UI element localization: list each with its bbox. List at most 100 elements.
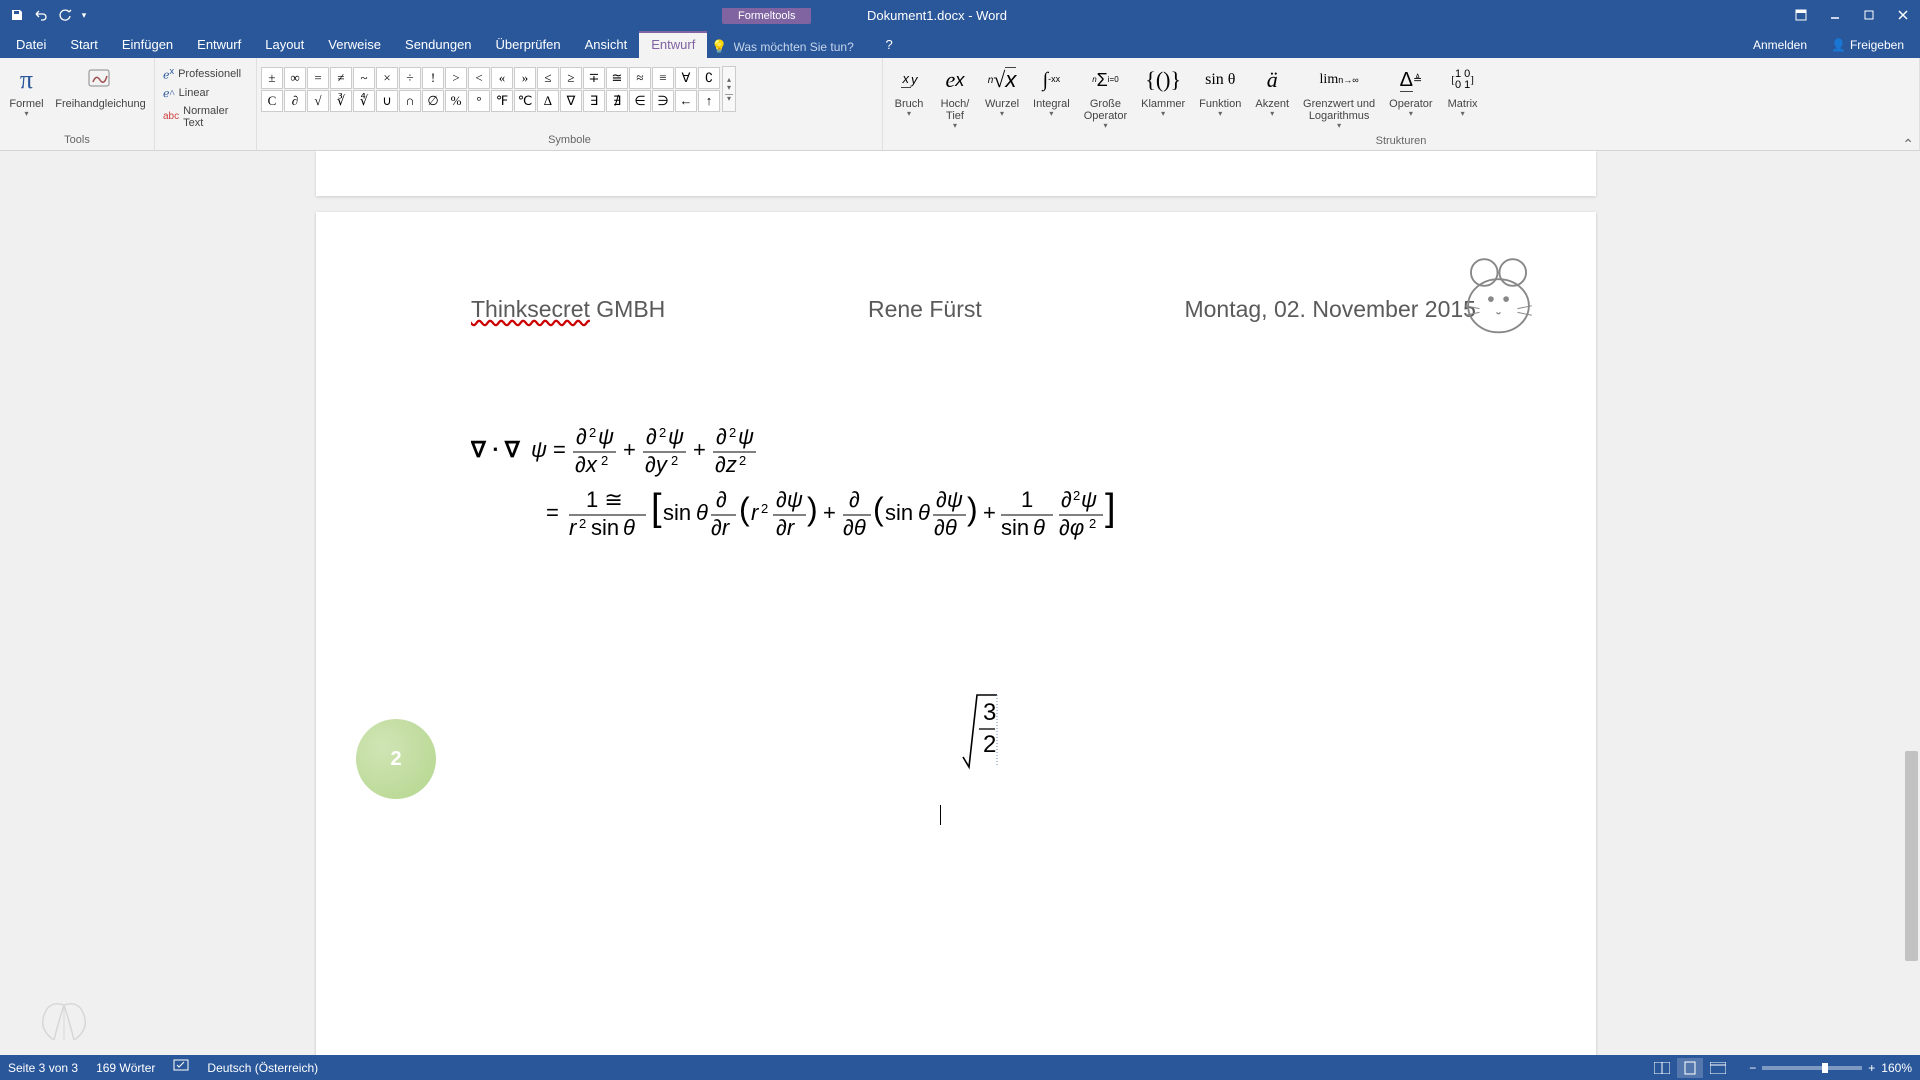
share-button[interactable]: 👤Freigeben <box>1819 32 1916 58</box>
symbol-cell[interactable]: C <box>261 90 283 112</box>
vertical-scrollbar[interactable] <box>1903 151 1920 1055</box>
symbol-cell[interactable]: ∆ <box>537 90 559 112</box>
symbol-cell[interactable]: ↑ <box>698 90 720 112</box>
sqrt-numerator: 3 <box>983 699 996 726</box>
symbol-cell[interactable]: ∅ <box>422 90 444 112</box>
symbol-cell[interactable]: ≅ <box>606 67 628 89</box>
close-button[interactable] <box>1886 0 1920 30</box>
symbol-cell[interactable]: √ <box>307 90 329 112</box>
tab-view[interactable]: Ansicht <box>573 31 640 58</box>
minimize-button[interactable] <box>1818 0 1852 30</box>
symbol-cell[interactable]: ! <box>422 67 444 89</box>
formula-button[interactable]: π Formel ▾ <box>4 60 49 121</box>
symbol-cell[interactable]: ∛ <box>330 90 352 112</box>
radical-button[interactable]: n√xWurzel▾ <box>979 60 1025 121</box>
symbol-cell[interactable]: < <box>468 67 490 89</box>
normal-text-button[interactable]: abcNormaler Text <box>159 103 252 131</box>
tab-design[interactable]: Entwurf <box>185 31 253 58</box>
scrollbar-thumb[interactable] <box>1905 751 1918 961</box>
tab-review[interactable]: Überprüfen <box>484 31 573 58</box>
fraction-button[interactable]: xyBruch▾ <box>887 60 931 121</box>
zoom-out-button[interactable]: − <box>1749 1061 1756 1075</box>
laplacian-formula[interactable]: ∇ ⋅ ∇ψ = ∂2ψ ∂x2 + ∂2ψ ∂y2 + ∂2ψ ∂z2 = 1… <box>471 422 1121 559</box>
operator-button[interactable]: Δ≜Operator▾ <box>1383 60 1438 121</box>
print-layout-button[interactable] <box>1677 1058 1703 1078</box>
symbol-cell[interactable]: ∇ <box>560 90 582 112</box>
word-count[interactable]: 169 Wörter <box>96 1061 155 1075</box>
symbol-cell[interactable]: ≠ <box>330 67 352 89</box>
svg-text:[: [ <box>651 487 662 529</box>
symbol-cell[interactable]: ℃ <box>514 90 536 112</box>
large-operator-button[interactable]: nΣi=0Große Operator▾ <box>1078 60 1133 133</box>
symbol-cell[interactable]: » <box>514 67 536 89</box>
integral-button[interactable]: ∫-xxIntegral▾ <box>1027 60 1076 121</box>
ink-equation-button[interactable]: Freihandgleichung <box>51 60 150 112</box>
tab-references[interactable]: Verweise <box>316 31 393 58</box>
symbol-cell[interactable]: = <box>307 67 329 89</box>
symbol-cell[interactable]: ∂ <box>284 90 306 112</box>
tab-help[interactable]: ? <box>878 31 901 58</box>
symbol-cell[interactable]: ∋ <box>652 90 674 112</box>
symbol-cell[interactable]: ≈ <box>629 67 651 89</box>
symbol-cell[interactable]: ∃ <box>583 90 605 112</box>
function-button[interactable]: sin θFunktion▾ <box>1193 60 1247 121</box>
page-indicator[interactable]: Seite 3 von 3 <box>8 1061 78 1075</box>
spellcheck-button[interactable] <box>173 1059 189 1076</box>
tab-equation-design[interactable]: EEntwurf <box>639 31 707 58</box>
symbol-cell[interactable]: ° <box>468 90 490 112</box>
symbol-cell[interactable]: ~ <box>353 67 375 89</box>
tab-mailings[interactable]: Sendungen <box>393 31 484 58</box>
symbol-cell[interactable]: ∓ <box>583 67 605 89</box>
professional-button[interactable]: ℯxProfessionell <box>159 64 252 84</box>
symbol-cell[interactable]: ≥ <box>560 67 582 89</box>
symbol-cell[interactable]: ← <box>675 90 697 112</box>
signin-link[interactable]: Anmelden <box>1741 32 1819 58</box>
symbol-cell[interactable]: ∞ <box>284 67 306 89</box>
accent-button[interactable]: äAkzent▾ <box>1249 60 1295 121</box>
page[interactable]: Thinksecret GMBH Rene Fürst Montag, 02. … <box>316 212 1596 1055</box>
symbol-cell[interactable]: ± <box>261 67 283 89</box>
qat-customize-button[interactable]: ▾ <box>78 4 90 26</box>
symbol-cell[interactable]: ∜ <box>353 90 375 112</box>
read-mode-button[interactable] <box>1649 1058 1675 1078</box>
bracket-button[interactable]: {()}Klammer▾ <box>1135 60 1191 121</box>
tab-file[interactable]: Datei <box>4 31 58 58</box>
tell-me-search[interactable]: 💡 <box>711 36 877 58</box>
symbol-gallery-more-button[interactable]: ▴▾▾ <box>722 66 736 112</box>
undo-button[interactable] <box>30 4 52 26</box>
tab-start[interactable]: Start <box>58 31 109 58</box>
limit-button[interactable]: limn→∞Grenzwert und Logarithmus▾ <box>1297 60 1381 133</box>
zoom-slider[interactable] <box>1762 1066 1862 1070</box>
symbol-cell[interactable]: ∀ <box>675 67 697 89</box>
linear-button[interactable]: ℯ^Linear <box>159 85 252 102</box>
web-layout-button[interactable] <box>1705 1058 1731 1078</box>
symbol-cell[interactable]: > <box>445 67 467 89</box>
matrix-button[interactable]: [1 00 1]Matrix▾ <box>1441 60 1485 121</box>
zoom-level[interactable]: 160% <box>1881 1061 1912 1075</box>
symbol-cell[interactable]: « <box>491 67 513 89</box>
tab-insert[interactable]: Einfügen <box>110 31 185 58</box>
symbol-cell[interactable]: × <box>376 67 398 89</box>
symbol-cell[interactable]: ∁ <box>698 67 720 89</box>
symbol-cell[interactable]: ≤ <box>537 67 559 89</box>
symbol-cell[interactable]: ℉ <box>491 90 513 112</box>
language-indicator[interactable]: Deutsch (Österreich) <box>207 1061 318 1075</box>
ribbon-display-options-button[interactable] <box>1784 0 1818 30</box>
symbol-cell[interactable]: ÷ <box>399 67 421 89</box>
save-button[interactable] <box>6 4 28 26</box>
symbol-cell[interactable]: ∩ <box>399 90 421 112</box>
svg-text:sin: sin <box>591 515 619 540</box>
tab-layout[interactable]: Layout <box>253 31 316 58</box>
zoom-in-button[interactable]: + <box>1868 1061 1875 1075</box>
symbol-cell[interactable]: ∈ <box>629 90 651 112</box>
symbol-gallery[interactable]: ±∞=≠~×÷!><«»≤≥∓≅≈≡∀∁ C∂√∛∜∪∩∅%°℉℃∆∇∃∄∈∋←↑ <box>261 67 720 112</box>
sqrt-fraction-formula[interactable]: 3 2 <box>961 687 1001 779</box>
symbol-cell[interactable]: ∪ <box>376 90 398 112</box>
maximize-button[interactable] <box>1852 0 1886 30</box>
script-button[interactable]: exHoch/ Tief▾ <box>933 60 977 133</box>
tell-me-input[interactable] <box>728 36 878 58</box>
redo-button[interactable] <box>54 4 76 26</box>
symbol-cell[interactable]: ∄ <box>606 90 628 112</box>
symbol-cell[interactable]: % <box>445 90 467 112</box>
symbol-cell[interactable]: ≡ <box>652 67 674 89</box>
